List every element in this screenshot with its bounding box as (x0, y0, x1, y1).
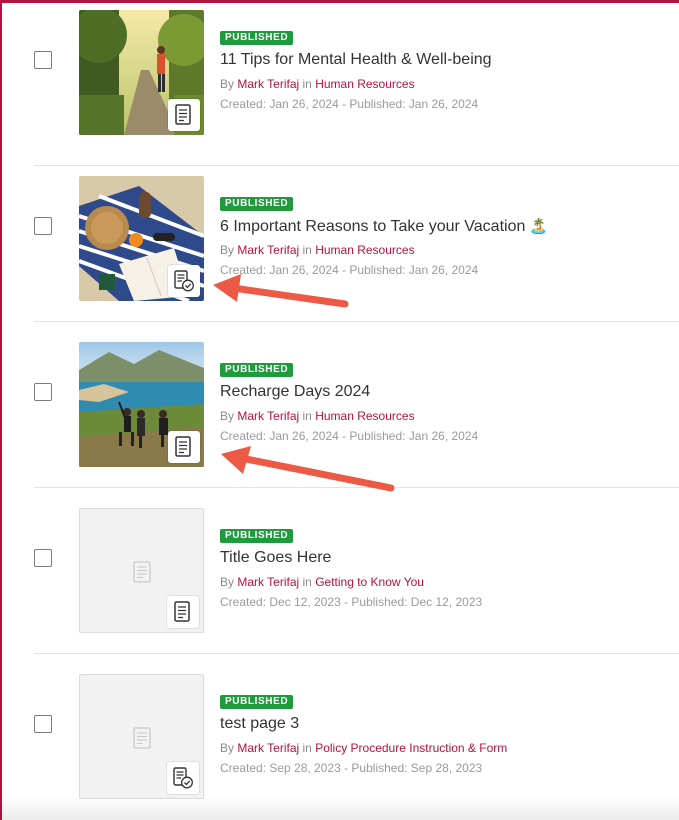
category-link[interactable]: Human Resources (315, 243, 414, 257)
status-badge: PUBLISHED (220, 197, 294, 211)
status-badge: PUBLISHED (220, 695, 294, 709)
page-type-badge (168, 99, 200, 131)
category-link[interactable]: Policy Procedure Instruction & Form (315, 741, 507, 755)
category-link[interactable]: Human Resources (315, 409, 414, 423)
bottom-shadow (0, 796, 679, 820)
page-icon (175, 436, 191, 457)
by-label: By (220, 575, 235, 589)
title-text: Title Goes Here (220, 549, 332, 566)
select-checkbox[interactable] (34, 51, 52, 69)
title-text: 11 Tips for Mental Health & Well-being (220, 51, 492, 68)
placeholder-page-icon (133, 561, 151, 583)
thumbnail-placeholder[interactable] (79, 674, 204, 799)
status-badge: PUBLISHED (220, 31, 294, 45)
thumbnail-placeholder[interactable] (79, 508, 204, 633)
author-link[interactable]: Mark Terifaj (237, 741, 299, 755)
page-title-link[interactable]: test page 3 (220, 715, 299, 733)
page-type-badge (167, 596, 199, 628)
select-checkbox[interactable] (34, 383, 52, 401)
by-label: By (220, 409, 235, 423)
page-title-link[interactable]: Recharge Days 2024 (220, 383, 370, 401)
byline: By Mark Terifaj in Getting to Know You (220, 575, 424, 589)
author-link[interactable]: Mark Terifaj (237, 409, 299, 423)
author-link[interactable]: Mark Terifaj (237, 77, 299, 91)
title-text: Recharge Days 2024 (220, 383, 371, 400)
dates-text: Created: Jan 26, 2024 - Published: Jan 2… (220, 263, 479, 277)
select-checkbox[interactable] (34, 715, 52, 733)
list-item: PUBLISHED Recharge Days 2024 By Mark Ter… (0, 322, 679, 488)
by-label: By (220, 243, 235, 257)
by-label: By (220, 77, 235, 91)
in-label: in (302, 575, 312, 589)
thumbnail-image[interactable] (79, 342, 204, 467)
dates-text: Created: Jan 26, 2024 - Published: Jan 2… (220, 429, 479, 443)
select-checkbox[interactable] (34, 217, 52, 235)
list-item: PUBLISHED 11 Tips for Mental Health & We… (0, 0, 679, 166)
title-text: 6 Important Reasons to Take your Vacatio… (220, 218, 526, 235)
byline: By Mark Terifaj in Policy Procedure Inst… (220, 741, 507, 755)
thumbnail-image[interactable] (79, 176, 204, 301)
category-link[interactable]: Human Resources (315, 77, 414, 91)
in-label: in (302, 243, 312, 257)
page-title-link[interactable]: 6 Important Reasons to Take your Vacatio… (220, 217, 548, 236)
dates-text: Created: Sep 28, 2023 - Published: Sep 2… (220, 761, 483, 775)
author-link[interactable]: Mark Terifaj (237, 575, 299, 589)
in-label: in (302, 741, 312, 755)
byline: By Mark Terifaj in Human Resources (220, 77, 415, 91)
byline: By Mark Terifaj in Human Resources (220, 243, 415, 257)
page-type-badge (168, 431, 200, 463)
title-text: test page 3 (220, 715, 300, 732)
select-checkbox[interactable] (34, 549, 52, 567)
dates-text: Created: Dec 12, 2023 - Published: Dec 1… (220, 595, 483, 609)
island-emoji: 🏝️ (529, 218, 549, 235)
page-title-link[interactable]: Title Goes Here (220, 549, 331, 567)
placeholder-page-icon (133, 727, 151, 749)
page-title-link[interactable]: 11 Tips for Mental Health & Well-being (220, 51, 492, 69)
list-item: PUBLISHED Title Goes Here By Mark Terifa… (0, 488, 679, 654)
dates-text: Created: Jan 26, 2024 - Published: Jan 2… (220, 97, 479, 111)
status-badge: PUBLISHED (220, 529, 294, 543)
thumbnail-image[interactable] (79, 10, 204, 135)
in-label: in (302, 409, 312, 423)
status-badge: PUBLISHED (220, 363, 294, 377)
byline: By Mark Terifaj in Human Resources (220, 409, 415, 423)
author-link[interactable]: Mark Terifaj (237, 243, 299, 257)
page-icon (174, 601, 190, 622)
category-link[interactable]: Getting to Know You (315, 575, 424, 589)
page-type-badge (167, 762, 199, 794)
page-check-icon (174, 270, 194, 292)
list-item: PUBLISHED 6 Important Reasons to Take yo… (0, 156, 679, 322)
page-check-icon (173, 767, 193, 789)
in-label: in (302, 77, 312, 91)
by-label: By (220, 741, 235, 755)
page-icon (175, 104, 191, 125)
page-type-badge (168, 265, 200, 297)
